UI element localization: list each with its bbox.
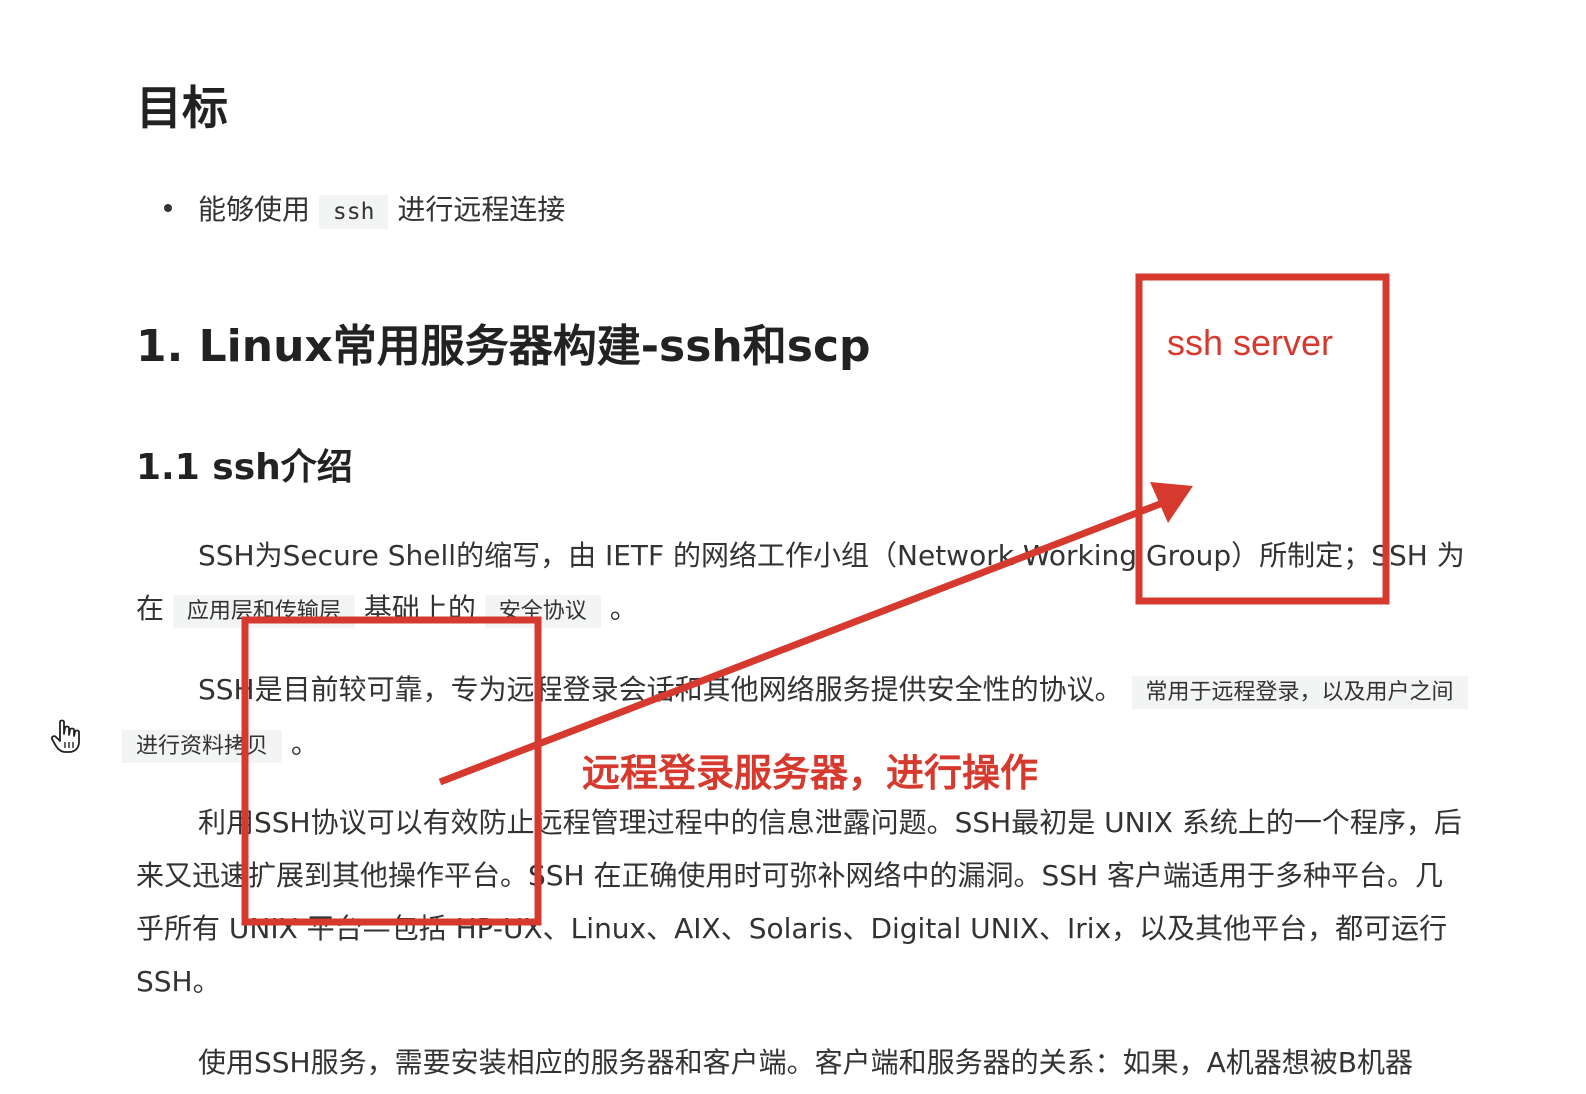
goal-list-item: 能够使用 ssh 进行远程连接 <box>164 188 566 229</box>
server-label: ssh server <box>1167 322 1334 363</box>
heading-goal: 目标 <box>136 81 228 135</box>
action-label: 远程登录服务器，进行操作 <box>582 753 1039 795</box>
paragraph-3-line-2: 来又迅速扩展到其他操作平台。SSH 在正确使用时可弥补网络中的漏洞。SSH 客户… <box>136 859 1444 892</box>
hand-pointer-icon <box>50 719 80 753</box>
bullet-icon <box>164 204 172 212</box>
paragraph-3-line-1: 利用SSH协议可以有效防止远程管理过程中的信息泄露问题。SSH最初是 UNIX … <box>198 806 1462 839</box>
goal-text-after: 进行远程连接 <box>397 193 566 226</box>
paragraph-3-line-4: SSH。 <box>136 965 221 998</box>
paragraph-4-line-1: 使用SSH服务，需要安装相应的服务器和客户端。客户端和服务器的关系：如果，A机器… <box>198 1046 1413 1079</box>
paragraph-2-line-2: 进行资料拷贝 。 <box>122 724 319 767</box>
paragraph-1-line-2: 在 应用层和传输层 基础上的 安全协议 。 <box>136 589 638 632</box>
p1-text-a: 在 <box>136 592 165 625</box>
inline-code-ssh: ssh <box>318 195 389 229</box>
section-title: 1. Linux常用服务器构建-ssh和scp <box>136 321 871 372</box>
inline-chip-usage: 常用于远程登录，以及用户之间 <box>1131 676 1468 709</box>
paragraph-2-line-1: SSH是目前较可靠，专为远程登录会话和其他网络服务提供安全性的协议。 常用于远程… <box>198 670 1468 713</box>
p1-text-b: 基础上的 <box>363 592 476 625</box>
inline-chip-layers: 应用层和传输层 <box>172 595 355 628</box>
goal-text-before: 能够使用 <box>198 193 311 226</box>
document-page: 目标 能够使用 ssh 进行远程连接 1. Linux常用服务器构建-ssh和s… <box>0 0 1586 1094</box>
inline-chip-protocol: 安全协议 <box>484 595 601 628</box>
p2-text-c: 。 <box>290 727 319 760</box>
p2-text-a: SSH是目前较可靠，专为远程登录会话和其他网络服务提供安全性的协议。 <box>198 673 1123 706</box>
paragraph-1-line-1: SSH为Secure Shell的缩写，由 IETF 的网络工作小组（Netwo… <box>198 539 1465 572</box>
paragraph-3-line-3: 乎所有 UNIX 平台—包括 HP-UX、Linux、AIX、Solaris、D… <box>136 912 1448 945</box>
goal-list: 能够使用 ssh 进行远程连接 <box>164 188 566 229</box>
inline-chip-copy: 进行资料拷贝 <box>122 730 283 763</box>
p1-text-c: 。 <box>609 592 638 625</box>
subsection-title: 1.1 ssh介绍 <box>136 447 353 488</box>
